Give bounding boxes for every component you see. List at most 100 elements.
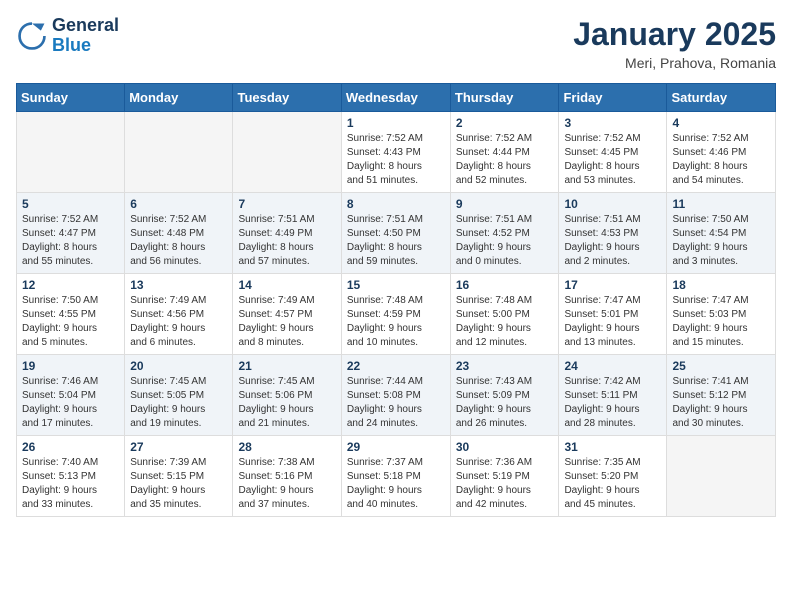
calendar-cell: 26 Sunrise: 7:40 AM Sunset: 5:13 PM Dayli… [17, 436, 125, 517]
calendar-cell: 8 Sunrise: 7:51 AM Sunset: 4:50 PM Daylig… [341, 193, 450, 274]
day-info: Sunrise: 7:52 AM Sunset: 4:44 PM Dayligh… [456, 132, 554, 188]
calendar-cell: 10 Sunrise: 7:51 AM Sunset: 4:53 PM Dayli… [559, 193, 667, 274]
day-info: Sunrise: 7:47 AM Sunset: 5:01 PM Dayligh… [564, 294, 661, 350]
day-number: 4 [672, 116, 770, 130]
calendar-cell: 19 Sunrise: 7:46 AM Sunset: 5:04 PM Dayli… [17, 355, 125, 436]
day-info: Sunrise: 7:46 AM Sunset: 5:04 PM Dayligh… [22, 375, 119, 431]
calendar-cell: 3 Sunrise: 7:52 AM Sunset: 4:45 PM Daylig… [559, 112, 667, 193]
calendar-cell: 15Sunrise: 7:48 AM Sunset: 4:59 PM Dayli… [341, 274, 450, 355]
day-info: Sunrise: 7:45 AM Sunset: 5:06 PM Dayligh… [238, 375, 335, 431]
calendar-cell: 5 Sunrise: 7:52 AM Sunset: 4:47 PM Daylig… [17, 193, 125, 274]
calendar-cell: 18 Sunrise: 7:47 AM Sunset: 5:03 PM Dayli… [667, 274, 776, 355]
calendar-week-row-2: 5 Sunrise: 7:52 AM Sunset: 4:47 PM Daylig… [17, 193, 776, 274]
day-number: 6 [130, 197, 227, 211]
location: Meri, Prahova, Romania [573, 55, 776, 71]
calendar-cell: 29 Sunrise: 7:37 AM Sunset: 5:18 PM Dayli… [341, 436, 450, 517]
calendar-cell [667, 436, 776, 517]
day-info: Sunrise: 7:36 AM Sunset: 5:19 PM Dayligh… [456, 456, 554, 512]
calendar-cell: 27 Sunrise: 7:39 AM Sunset: 5:15 PM Dayli… [125, 436, 233, 517]
day-number: 29 [347, 440, 445, 454]
day-info: Sunrise: 7:47 AM Sunset: 5:03 PM Dayligh… [672, 294, 770, 350]
day-number: 17 [564, 278, 661, 292]
day-number: 24 [564, 359, 661, 373]
weekday-header-row: SundayMondayTuesdayWednesdayThursdayFrid… [17, 84, 776, 112]
day-info: Sunrise: 7:43 AM Sunset: 5:09 PM Dayligh… [456, 375, 554, 431]
weekday-header-sunday: Sunday [17, 84, 125, 112]
calendar-cell [17, 112, 125, 193]
day-info: Sunrise: 7:49 AM Sunset: 4:57 PM Dayligh… [238, 294, 335, 350]
day-info: Sunrise: 7:52 AM Sunset: 4:45 PM Dayligh… [564, 132, 661, 188]
day-number: 7 [238, 197, 335, 211]
calendar-cell: 20Sunrise: 7:45 AM Sunset: 5:05 PM Dayli… [125, 355, 233, 436]
calendar-cell: 7 Sunrise: 7:51 AM Sunset: 4:49 PM Daylig… [233, 193, 341, 274]
calendar-week-row-1: 1Sunrise: 7:52 AM Sunset: 4:43 PM Daylig… [17, 112, 776, 193]
day-info: Sunrise: 7:51 AM Sunset: 4:53 PM Dayligh… [564, 213, 661, 269]
day-info: Sunrise: 7:44 AM Sunset: 5:08 PM Dayligh… [347, 375, 445, 431]
day-info: Sunrise: 7:51 AM Sunset: 4:52 PM Dayligh… [456, 213, 554, 269]
calendar-cell: 1Sunrise: 7:52 AM Sunset: 4:43 PM Daylig… [341, 112, 450, 193]
weekday-header-friday: Friday [559, 84, 667, 112]
day-number: 8 [347, 197, 445, 211]
day-info: Sunrise: 7:51 AM Sunset: 4:50 PM Dayligh… [347, 213, 445, 269]
page-header: General Blue January 2025 Meri, Prahova,… [16, 16, 776, 71]
calendar-cell: 24 Sunrise: 7:42 AM Sunset: 5:11 PM Dayli… [559, 355, 667, 436]
day-number: 5 [22, 197, 119, 211]
weekday-header-wednesday: Wednesday [341, 84, 450, 112]
weekday-header-monday: Monday [125, 84, 233, 112]
calendar-cell: 23 Sunrise: 7:43 AM Sunset: 5:09 PM Dayli… [450, 355, 559, 436]
calendar-cell: 21 Sunrise: 7:45 AM Sunset: 5:06 PM Dayli… [233, 355, 341, 436]
calendar-cell: 11Sunrise: 7:50 AM Sunset: 4:54 PM Dayli… [667, 193, 776, 274]
logo-text: General Blue [52, 16, 119, 56]
day-info: Sunrise: 7:40 AM Sunset: 5:13 PM Dayligh… [22, 456, 119, 512]
weekday-header-saturday: Saturday [667, 84, 776, 112]
day-info: Sunrise: 7:41 AM Sunset: 5:12 PM Dayligh… [672, 375, 770, 431]
day-number: 13 [130, 278, 227, 292]
calendar-cell: 28Sunrise: 7:38 AM Sunset: 5:16 PM Dayli… [233, 436, 341, 517]
day-number: 25 [672, 359, 770, 373]
day-number: 21 [238, 359, 335, 373]
day-number: 26 [22, 440, 119, 454]
day-info: Sunrise: 7:52 AM Sunset: 4:43 PM Dayligh… [347, 132, 445, 188]
day-info: Sunrise: 7:51 AM Sunset: 4:49 PM Dayligh… [238, 213, 335, 269]
day-number: 14 [238, 278, 335, 292]
weekday-header-thursday: Thursday [450, 84, 559, 112]
day-number: 22 [347, 359, 445, 373]
day-number: 18 [672, 278, 770, 292]
day-info: Sunrise: 7:35 AM Sunset: 5:20 PM Dayligh… [564, 456, 661, 512]
calendar-cell: 12Sunrise: 7:50 AM Sunset: 4:55 PM Dayli… [17, 274, 125, 355]
day-number: 30 [456, 440, 554, 454]
logo: General Blue [16, 16, 119, 56]
calendar-cell: 22 Sunrise: 7:44 AM Sunset: 5:08 PM Dayli… [341, 355, 450, 436]
day-number: 20 [130, 359, 227, 373]
day-number: 16 [456, 278, 554, 292]
calendar-cell: 4 Sunrise: 7:52 AM Sunset: 4:46 PM Daylig… [667, 112, 776, 193]
day-info: Sunrise: 7:52 AM Sunset: 4:48 PM Dayligh… [130, 213, 227, 269]
day-number: 12 [22, 278, 119, 292]
calendar-cell: 17 Sunrise: 7:47 AM Sunset: 5:01 PM Dayli… [559, 274, 667, 355]
day-number: 3 [564, 116, 661, 130]
day-info: Sunrise: 7:39 AM Sunset: 5:15 PM Dayligh… [130, 456, 227, 512]
day-info: Sunrise: 7:38 AM Sunset: 5:16 PM Dayligh… [238, 456, 335, 512]
calendar-cell: 13Sunrise: 7:49 AM Sunset: 4:56 PM Dayli… [125, 274, 233, 355]
day-number: 19 [22, 359, 119, 373]
day-info: Sunrise: 7:37 AM Sunset: 5:18 PM Dayligh… [347, 456, 445, 512]
day-number: 27 [130, 440, 227, 454]
calendar-cell: 30 Sunrise: 7:36 AM Sunset: 5:19 PM Dayli… [450, 436, 559, 517]
day-number: 9 [456, 197, 554, 211]
weekday-header-tuesday: Tuesday [233, 84, 341, 112]
calendar-cell: 16Sunrise: 7:48 AM Sunset: 5:00 PM Dayli… [450, 274, 559, 355]
month-title: January 2025 [573, 16, 776, 53]
day-info: Sunrise: 7:48 AM Sunset: 4:59 PM Dayligh… [347, 294, 445, 350]
title-block: January 2025 Meri, Prahova, Romania [573, 16, 776, 71]
calendar-cell [125, 112, 233, 193]
day-number: 10 [564, 197, 661, 211]
day-number: 11 [672, 197, 770, 211]
day-number: 23 [456, 359, 554, 373]
calendar-cell: 25 Sunrise: 7:41 AM Sunset: 5:12 PM Dayli… [667, 355, 776, 436]
day-info: Sunrise: 7:52 AM Sunset: 4:46 PM Dayligh… [672, 132, 770, 188]
day-info: Sunrise: 7:42 AM Sunset: 5:11 PM Dayligh… [564, 375, 661, 431]
day-number: 2 [456, 116, 554, 130]
calendar-week-row-3: 12Sunrise: 7:50 AM Sunset: 4:55 PM Dayli… [17, 274, 776, 355]
calendar-cell: 2 Sunrise: 7:52 AM Sunset: 4:44 PM Daylig… [450, 112, 559, 193]
day-info: Sunrise: 7:52 AM Sunset: 4:47 PM Dayligh… [22, 213, 119, 269]
